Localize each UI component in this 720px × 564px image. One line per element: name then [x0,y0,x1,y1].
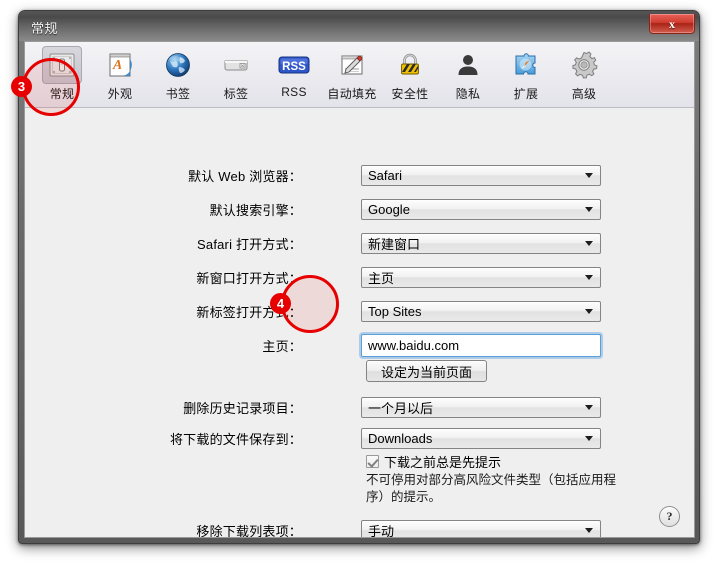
toolbar-item-label: 常规 [49,87,75,101]
new-window-opens-label: 新窗口打开方式： [196,270,302,286]
remove-download-items-value: 手动 [368,523,395,538]
toolbar-item-appearance[interactable]: A 外观 [91,42,149,104]
rss-badge-icon: RSS [274,46,314,84]
toolbar-item-label: 自动填充 [327,87,377,101]
toolbar-item-bookmarks[interactable]: 书签 [149,42,207,104]
homepage-value: www.baidu.com [368,337,460,353]
preferences-toolbar: 常规 A 外观 书签 标签 RSS RSS 自动填充 安全性 隐私 扩展 高级 [25,42,694,108]
default-search-value: Google [368,201,410,217]
toolbar-item-extensions[interactable]: 扩展 [497,42,555,104]
chevron-down-icon [585,207,593,212]
new-tab-opens-label: 新标签打开方式： [196,304,302,320]
default-search-combobox[interactable]: Google [361,198,601,220]
safari-opens-with-label: Safari 打开方式： [197,236,302,252]
default-browser-label: 默认 Web 浏览器： [188,168,302,184]
security-padlock-icon [390,46,430,84]
toolbar-item-rss[interactable]: RSS RSS [265,42,323,104]
row-save-downloads-to: 将下载的文件保存到： Downloads [25,427,694,449]
bookmarks-globe-icon [158,46,198,84]
new-window-opens-value: 主页 [368,270,395,286]
preferences-window: 常规 x 常规 A 外观 书签 标签 RSS RSS 自动填充 安全性 隐私 扩… [18,10,700,544]
remove-download-items-label: 移除下载列表项： [196,523,302,538]
homepage-input[interactable]: www.baidu.com [361,333,601,357]
window-title: 常规 [31,21,59,36]
advanced-gear-icon [564,46,604,84]
row-default-search: 默认搜索引擎： Google [25,198,694,220]
toolbar-item-security[interactable]: 安全性 [381,42,439,104]
homepage-label: 主页： [262,338,302,354]
toolbar-item-advanced[interactable]: 高级 [555,42,613,104]
new-tab-opens-value: Top Sites [368,303,422,319]
set-current-page-button[interactable]: 设定为当前页面 [366,360,488,382]
toolbar-item-general[interactable]: 常规 [33,42,91,104]
toolbar-item-label: 高级 [571,87,597,101]
remove-history-combobox[interactable]: 一个月以后 [361,396,601,418]
toolbar-item-autofill[interactable]: 自动填充 [323,42,381,104]
always-prompt-checkbox-row[interactable]: 下载之前总是先提示 [366,452,501,471]
toolbar-item-label: 隐私 [455,87,481,101]
close-icon: x [669,16,675,31]
row-safari-opens-with: Safari 打开方式： 新建窗口 [25,232,694,254]
row-default-browser: 默认 Web 浏览器： Safari [25,164,694,186]
row-remove-download-items: 移除下载列表项： 手动 [25,519,694,538]
toolbar-item-label: 标签 [223,87,249,101]
save-downloads-to-combobox[interactable]: Downloads [361,427,601,449]
toolbar-item-tabs[interactable]: 标签 [207,42,265,104]
default-browser-value: Safari [368,167,402,183]
chevron-down-icon [585,309,593,314]
svg-text:RSS: RSS [282,61,306,73]
always-prompt-label: 下载之前总是先提示 [384,455,502,470]
privacy-person-icon [448,46,488,84]
toolbar-item-label: 外观 [107,87,133,101]
always-prompt-checkbox[interactable] [366,455,379,468]
tabs-icon [216,46,256,84]
safari-opens-with-value: 新建窗口 [368,236,421,252]
window-client-area: 常规 A 外观 书签 标签 RSS RSS 自动填充 安全性 隐私 扩展 高级 … [24,41,695,538]
row-remove-history: 删除历史记录项目： 一个月以后 [25,396,694,418]
row-new-window-opens: 新窗口打开方式： 主页 [25,266,694,288]
row-homepage: 主页： www.baidu.com [25,333,694,357]
default-search-label: 默认搜索引擎： [209,202,302,218]
toolbar-item-label: 安全性 [391,87,429,101]
toolbar-item-privacy[interactable]: 隐私 [439,42,497,104]
close-button[interactable]: x [649,14,695,34]
help-button[interactable]: ? [659,506,680,527]
new-window-opens-combobox[interactable]: 主页 [361,266,601,288]
remove-history-value: 一个月以后 [368,400,434,416]
preferences-form: 默认 Web 浏览器： Safari 默认搜索引擎： Google Safari… [25,108,694,538]
chevron-down-icon [585,436,593,441]
remove-history-label: 删除历史记录项目： [183,400,302,416]
general-switchplate-icon [42,46,82,84]
toolbar-item-label: RSS [281,85,307,99]
save-downloads-to-label: 将下载的文件保存到： [169,431,302,447]
prompt-hint-text: 不可停用对部分高风险文件类型（包括应用程序）的提示。 [366,473,617,504]
toolbar-item-label: 书签 [165,87,191,101]
chevron-down-icon [585,275,593,280]
safari-opens-with-combobox[interactable]: 新建窗口 [361,232,601,254]
window-titlebar: 常规 x [19,11,699,41]
chevron-down-icon [585,405,593,410]
chevron-down-icon [585,528,593,533]
row-new-tab-opens: 新标签打开方式： Top Sites [25,300,694,322]
autofill-pencil-icon [332,46,372,84]
extensions-puzzle-icon [506,46,546,84]
appearance-font-icon: A [100,46,140,84]
new-tab-opens-combobox[interactable]: Top Sites [361,300,601,322]
chevron-down-icon [585,173,593,178]
remove-download-items-combobox[interactable]: 手动 [361,519,601,538]
save-downloads-to-value: Downloads [368,430,433,446]
toolbar-item-label: 扩展 [513,87,539,101]
chevron-down-icon [585,241,593,246]
default-browser-combobox[interactable]: Safari [361,164,601,186]
